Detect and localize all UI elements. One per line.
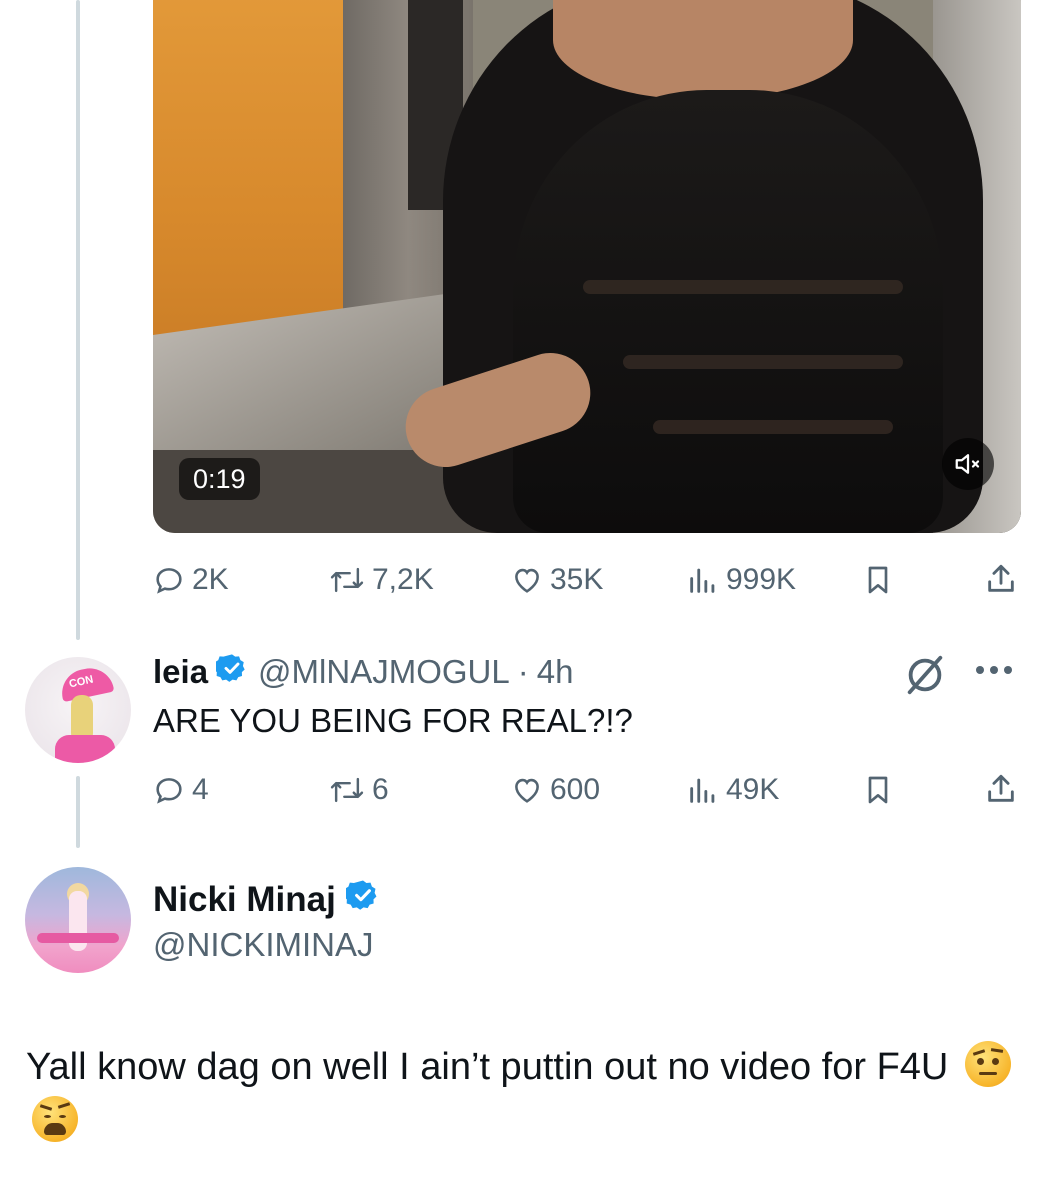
weary-face-emoji-icon: [32, 1096, 78, 1142]
separator-dot: ·: [517, 653, 529, 690]
reply-author-name[interactable]: leia: [153, 653, 208, 691]
reply-button[interactable]: 2K: [152, 563, 229, 597]
heart-icon: [515, 778, 539, 803]
like-count: 35K: [550, 563, 604, 596]
share-button[interactable]: [984, 772, 1018, 806]
views-icon: [690, 568, 715, 593]
reply-icon: [156, 568, 182, 594]
reply-text: ARE YOU BEING FOR REAL?!?: [153, 702, 633, 739]
thread-line-middle: [76, 776, 80, 848]
like-button[interactable]: 600: [510, 773, 600, 807]
repost-icon: [330, 777, 364, 803]
verified-badge-icon: [343, 878, 380, 921]
author-name[interactable]: Nicki Minaj: [153, 880, 336, 920]
reply-count: 2K: [192, 563, 229, 596]
grok-icon: [907, 655, 943, 695]
thread-line-top: [76, 0, 80, 640]
repost-count: 7,2K: [372, 563, 434, 596]
mute-icon: [955, 454, 980, 474]
verified-badge-icon: [214, 652, 248, 692]
video-duration-badge: 0:19: [179, 458, 260, 500]
raised-eyebrow-emoji-icon: [964, 1041, 1011, 1087]
bookmark-icon: [868, 776, 888, 804]
repost-button[interactable]: 6: [328, 773, 389, 807]
video-player[interactable]: 0:19: [153, 0, 1021, 533]
reply-count: 4: [192, 773, 209, 806]
video-frame-dress-band: [623, 355, 903, 369]
like-count: 600: [550, 773, 601, 806]
reply-header: leia @MlNAJMOGUL · 4h: [153, 652, 573, 692]
heart-icon: [515, 568, 539, 593]
repost-icon: [330, 567, 364, 593]
bookmark-icon: [868, 566, 888, 594]
share-icon: [988, 774, 1014, 802]
mute-button[interactable]: [942, 438, 994, 490]
share-button[interactable]: [984, 562, 1018, 596]
repost-button[interactable]: 7,2K: [328, 563, 434, 597]
reply-timestamp[interactable]: 4h: [537, 653, 574, 691]
avatar-rail: [37, 933, 119, 943]
avatar[interactable]: CON: [25, 657, 131, 763]
main-tweet-author: Nicki Minaj: [153, 878, 390, 921]
bookmark-button[interactable]: [862, 563, 894, 597]
like-button[interactable]: 35K: [510, 563, 603, 597]
views-count: 999K: [726, 563, 797, 596]
video-frame-dress-band: [653, 420, 893, 434]
more-options-icon[interactable]: [976, 666, 1012, 674]
avatar-body: [55, 735, 115, 763]
avatar[interactable]: [25, 867, 131, 973]
author-handle[interactable]: @NICKIMINAJ: [153, 926, 374, 964]
reply-icon: [156, 778, 182, 804]
tweet-body: Yall know dag on well I ain’t puttin out…: [26, 1046, 949, 1088]
main-tweet-text: Yall know dag on well I ain’t puttin out…: [26, 1040, 1016, 1150]
bookmark-button[interactable]: [862, 773, 894, 807]
share-icon: [988, 564, 1014, 592]
video-frame-dress: [513, 90, 943, 533]
reply-author-handle[interactable]: @MlNAJMOGUL: [258, 653, 510, 691]
views-count: 49K: [726, 773, 780, 806]
views-button[interactable]: 999K: [686, 563, 796, 597]
video-frame-dress-band: [583, 280, 903, 294]
views-button[interactable]: 49K: [686, 773, 779, 807]
grok-button[interactable]: [902, 652, 948, 703]
reply-button[interactable]: 4: [152, 773, 209, 807]
repost-count: 6: [372, 773, 389, 806]
views-icon: [690, 778, 715, 803]
